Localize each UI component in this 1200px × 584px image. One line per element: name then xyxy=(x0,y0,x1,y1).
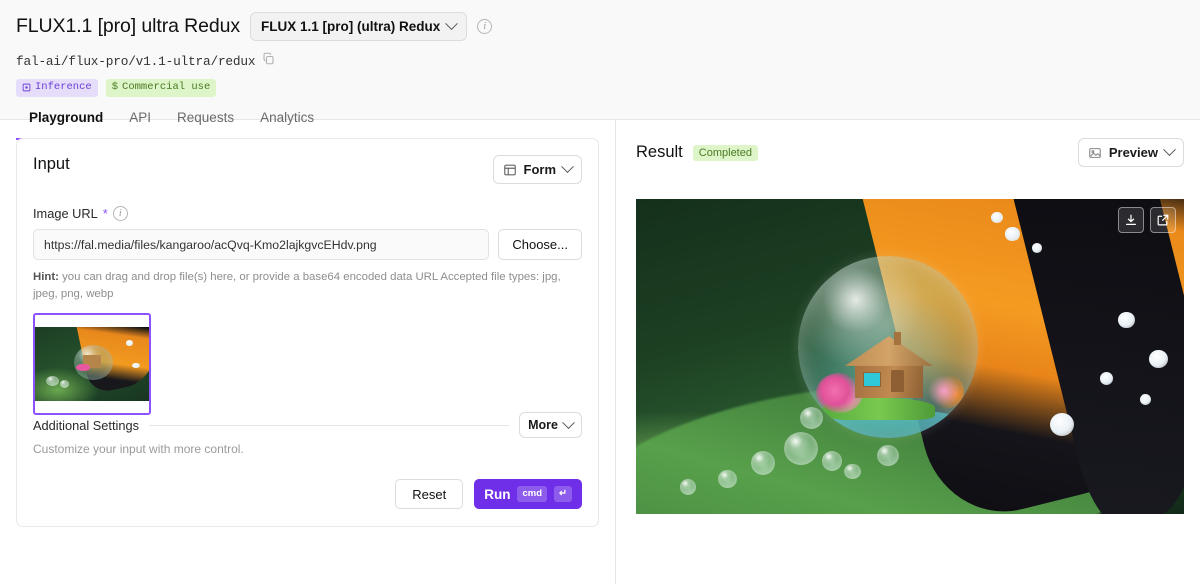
house-roof xyxy=(845,336,933,366)
wing-spot xyxy=(1031,243,1042,253)
tab-playground[interactable]: Playground xyxy=(16,109,117,140)
external-link-icon xyxy=(1157,214,1169,226)
input-card: Input Form Image URL * i Choose... xyxy=(16,138,599,527)
required-marker: * xyxy=(102,206,108,221)
info-icon[interactable]: i xyxy=(112,206,128,221)
badge-inference-label: Inference xyxy=(35,81,92,93)
run-button-label: Run xyxy=(484,486,511,502)
house-door xyxy=(890,369,905,392)
tab-requests[interactable]: Requests xyxy=(164,110,247,140)
run-button[interactable]: Run cmd ↵ xyxy=(474,479,582,509)
model-selector-label: FLUX 1.1 [pro] (ultra) Redux xyxy=(261,18,441,34)
download-button[interactable] xyxy=(1118,207,1144,233)
image-icon xyxy=(1089,147,1101,158)
thumbnail-wing-dot xyxy=(126,340,134,346)
layout-panel-icon xyxy=(503,164,516,175)
tab-analytics[interactable]: Analytics xyxy=(247,110,327,140)
additional-settings-description: Customize your input with more control. xyxy=(33,442,244,456)
wing-spot xyxy=(1118,312,1135,329)
tab-api[interactable]: API xyxy=(116,110,164,140)
copy-icon[interactable] xyxy=(262,52,275,70)
wing-spot xyxy=(991,211,1004,223)
thumbnail-droplet xyxy=(60,380,70,388)
info-icon[interactable]: i xyxy=(477,18,493,34)
more-settings-label: More xyxy=(528,418,558,432)
result-image[interactable] xyxy=(636,199,1184,514)
upload-hint: Hint: you can drag and drop file(s) here… xyxy=(33,269,563,302)
image-url-row: Choose... xyxy=(33,229,582,260)
reset-button[interactable]: Reset xyxy=(395,479,464,509)
badge-inference: Inference xyxy=(16,79,98,97)
flowers-right xyxy=(924,372,965,410)
tab-analytics-label: Analytics xyxy=(260,109,315,125)
water-droplet xyxy=(877,444,900,467)
result-column: Result Completed Preview xyxy=(615,120,1200,584)
uploaded-image-thumbnail[interactable] xyxy=(33,313,151,416)
input-column: Input Form Image URL * i Choose... xyxy=(0,120,615,584)
upload-hint-prefix: Hint: xyxy=(33,271,59,283)
image-url-label: Image URL * i xyxy=(33,206,582,221)
input-action-buttons: Reset Run cmd ↵ xyxy=(395,479,582,509)
view-mode-dropdown[interactable]: Form xyxy=(492,155,582,184)
divider xyxy=(149,424,510,426)
water-droplet xyxy=(751,451,776,475)
view-mode-label: Form xyxy=(523,162,557,177)
chevron-down-icon xyxy=(562,415,575,429)
preview-mode-label: Preview xyxy=(1108,145,1158,160)
additional-settings-row: Additional Settings More xyxy=(33,412,582,438)
water-droplet xyxy=(822,451,843,471)
water-droplet xyxy=(844,463,861,480)
chevron-down-icon xyxy=(561,160,574,174)
input-card-header: Input Form xyxy=(33,155,582,184)
result-header: Result Completed Preview xyxy=(636,138,1184,167)
choose-file-button[interactable]: Choose... xyxy=(498,229,582,260)
water-droplet xyxy=(783,432,818,466)
tab-requests-label: Requests xyxy=(177,109,235,125)
inference-icon xyxy=(22,83,31,92)
wing-spot xyxy=(1148,350,1168,368)
page-title: FLUX1.1 [pro] ultra Redux xyxy=(16,14,241,37)
wing-spot xyxy=(1005,227,1020,241)
house-window xyxy=(862,372,881,387)
run-shortcut-enter: ↵ xyxy=(554,486,572,502)
input-panel-title: Input xyxy=(33,155,70,173)
badge-commercial-use: $ Commercial use xyxy=(105,79,217,97)
badge-list: Inference $ Commercial use xyxy=(16,79,1184,97)
tab-api-label: API xyxy=(129,109,152,125)
result-panel-title: Result xyxy=(636,143,683,161)
miniature-house xyxy=(845,332,933,399)
image-tool-overlay xyxy=(1118,207,1176,233)
open-external-button[interactable] xyxy=(1150,207,1176,233)
dollar-icon: $ xyxy=(111,81,119,93)
tab-bar: Playground API Requests Analytics xyxy=(16,109,1184,140)
badge-commercial-label: Commercial use xyxy=(122,81,211,93)
run-shortcut-cmd: cmd xyxy=(517,486,548,502)
water-droplet-bubble xyxy=(797,255,979,439)
model-path: fal-ai/flux-pro/v1.1-ultra/redux xyxy=(16,53,256,69)
thumbnail-image xyxy=(35,327,149,402)
model-path-row: fal-ai/flux-pro/v1.1-ultra/redux xyxy=(16,52,1184,70)
title-row: FLUX1.1 [pro] ultra Redux FLUX 1.1 [pro]… xyxy=(16,10,1184,42)
preview-mode-dropdown[interactable]: Preview xyxy=(1077,138,1184,167)
tab-playground-label: Playground xyxy=(29,109,104,125)
additional-settings-label: Additional Settings xyxy=(33,417,139,433)
status-badge: Completed xyxy=(692,144,758,161)
main-content: Input Form Image URL * i Choose... xyxy=(0,120,1200,584)
wing-spot xyxy=(1099,372,1113,385)
image-url-input[interactable] xyxy=(33,229,490,260)
water-droplet xyxy=(718,469,737,489)
more-settings-button[interactable]: More xyxy=(519,412,582,438)
house-chimney xyxy=(893,332,902,345)
page-header: FLUX1.1 [pro] ultra Redux FLUX 1.1 [pro]… xyxy=(0,0,1200,140)
upload-hint-text: you can drag and drop file(s) here, or p… xyxy=(33,271,561,300)
chevron-down-icon xyxy=(1163,143,1176,157)
model-selector-dropdown[interactable]: FLUX 1.1 [pro] (ultra) Redux xyxy=(250,11,468,41)
download-icon xyxy=(1126,214,1136,225)
thumbnail-droplet xyxy=(46,375,59,387)
image-url-label-text: Image URL xyxy=(33,206,98,221)
chevron-down-icon xyxy=(445,16,459,30)
result-title-wrap: Result Completed xyxy=(636,143,758,162)
